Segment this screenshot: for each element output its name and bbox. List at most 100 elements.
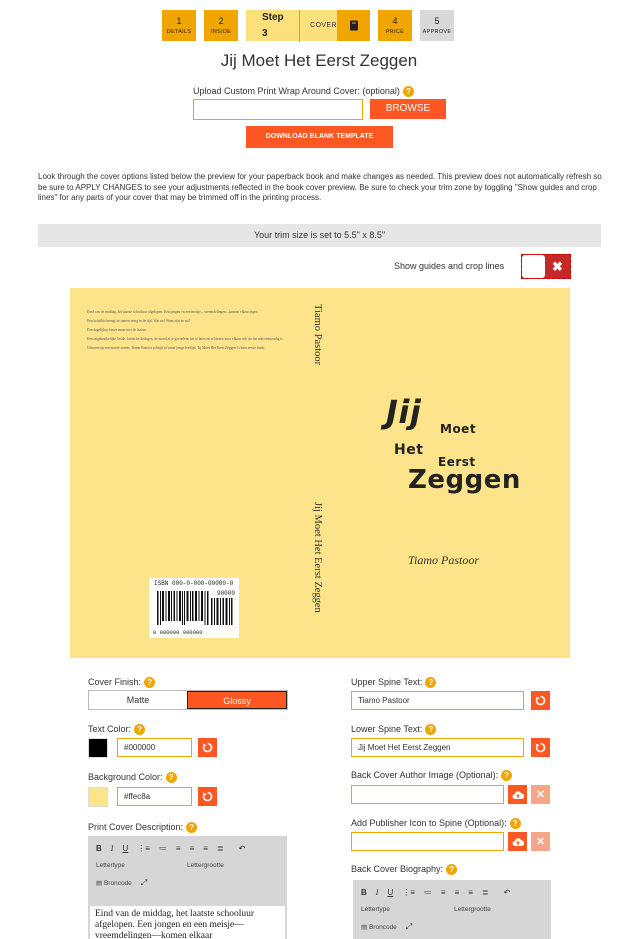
- undo-icon[interactable]: ↶: [239, 844, 246, 853]
- help-icon[interactable]: ?: [402, 86, 414, 98]
- step-details[interactable]: 1 DETAILS: [162, 10, 196, 41]
- justify-icon[interactable]: ≣: [217, 844, 224, 853]
- upload-file-input[interactable]: [193, 99, 363, 120]
- help-icon[interactable]: ?: [509, 818, 521, 830]
- step-inside[interactable]: 2 INSIDE: [204, 10, 238, 41]
- underline-icon[interactable]: U: [387, 888, 393, 897]
- upload-publisher-icon-button[interactable]: [508, 832, 527, 851]
- undo-icon: [202, 791, 213, 802]
- intro-text: Look through the cover options listed be…: [38, 172, 602, 202]
- close-icon: ✖: [552, 258, 563, 274]
- font-type-select[interactable]: Lettertype: [361, 906, 445, 913]
- publisher-icon-label: Add Publisher Icon to Spine (Optional):?: [351, 818, 521, 830]
- book-icon: [337, 10, 370, 41]
- upper-spine-input[interactable]: Tiamo Pastoor: [351, 691, 524, 710]
- help-icon[interactable]: ?: [144, 677, 156, 689]
- bullet-list-icon[interactable]: ≔: [424, 888, 432, 897]
- front-cover-title: Jij Moet Het Eerst Zeggen: [382, 393, 542, 508]
- align-right-icon[interactable]: ≡: [203, 844, 208, 853]
- reset-bg-color-button[interactable]: [198, 787, 217, 806]
- finish-glossy-option[interactable]: Glossy: [187, 691, 287, 709]
- step-number: 1: [176, 15, 182, 26]
- label-text: Text Color:: [88, 724, 132, 734]
- remove-author-image-button[interactable]: ✕: [531, 785, 550, 804]
- source-label: Broncode: [368, 923, 397, 931]
- font-type-select[interactable]: Lettertype: [96, 862, 178, 869]
- current-step-name: COVER: [310, 22, 338, 29]
- fullscreen-icon[interactable]: ⤢: [406, 922, 412, 932]
- help-icon[interactable]: ?: [165, 772, 177, 784]
- help-icon[interactable]: ?: [501, 770, 513, 782]
- step-price[interactable]: 4 PRICE: [378, 10, 412, 41]
- text-color-input[interactable]: #000000: [117, 738, 192, 757]
- lower-spine-input[interactable]: Jij Moet Het Eerst Zeggen: [351, 738, 524, 757]
- reset-upper-spine-button[interactable]: [531, 691, 550, 710]
- undo-icon: [202, 742, 213, 753]
- description-text-area[interactable]: Eind van de middag, het laatste schooluu…: [90, 906, 285, 939]
- reset-lower-spine-button[interactable]: [531, 738, 550, 757]
- isbn-text: ISBN 000-0-000-00000-0: [154, 580, 234, 587]
- source-icon: ▤: [96, 879, 103, 887]
- bg-color-swatch[interactable]: [88, 787, 108, 807]
- back-paragraph: Eind van de middag, het laatste schooluu…: [87, 310, 259, 314]
- source-button[interactable]: ▤ Broncode: [361, 923, 397, 931]
- source-label: Broncode: [103, 879, 132, 887]
- ordered-list-icon[interactable]: ⋮≡: [137, 844, 150, 853]
- italic-icon[interactable]: I: [376, 888, 379, 897]
- bg-color-input[interactable]: #ffec8a: [117, 787, 192, 806]
- help-icon[interactable]: ?: [134, 724, 146, 736]
- reset-text-color-button[interactable]: [198, 738, 217, 757]
- font-size-select[interactable]: Lettergrootte: [187, 862, 224, 869]
- help-icon[interactable]: ?: [425, 677, 437, 689]
- help-icon[interactable]: ?: [425, 724, 437, 736]
- download-template-button[interactable]: DOWNLOAD BLANK TEMPLATE: [246, 126, 393, 148]
- italic-icon[interactable]: I: [111, 844, 114, 853]
- align-left-icon[interactable]: ≡: [176, 844, 181, 853]
- justify-icon[interactable]: ≣: [482, 888, 489, 897]
- help-icon[interactable]: ?: [186, 822, 198, 834]
- publisher-icon-input[interactable]: [351, 832, 504, 851]
- text-color-swatch[interactable]: [88, 738, 108, 758]
- author-image-input[interactable]: [351, 785, 504, 804]
- bullet-list-icon[interactable]: ≔: [159, 844, 167, 853]
- align-center-icon[interactable]: ≡: [190, 844, 195, 853]
- label-text: Upper Spine Text:: [351, 677, 423, 687]
- font-size-select[interactable]: Lettergrootte: [454, 906, 491, 913]
- source-button[interactable]: ▤ Broncode: [96, 879, 132, 887]
- fullscreen-icon[interactable]: ⤢: [141, 878, 147, 888]
- bold-icon[interactable]: B: [361, 888, 367, 897]
- align-right-icon[interactable]: ≡: [468, 888, 473, 897]
- finish-matte-option[interactable]: Matte: [89, 691, 187, 709]
- step-approve[interactable]: 5 APPROVE: [420, 10, 454, 41]
- editor-select-row: Lettertype Lettergrootte: [353, 901, 551, 918]
- bold-icon[interactable]: B: [96, 844, 102, 853]
- barcode-bars-icon: [157, 591, 209, 625]
- label-text: Add Publisher Icon to Spine (Optional):: [351, 818, 507, 828]
- step-number: 5: [434, 15, 440, 26]
- back-cover-text: Eind van de middag, het laatste schooluu…: [87, 310, 299, 355]
- help-icon[interactable]: ?: [446, 864, 458, 876]
- align-left-icon[interactable]: ≡: [441, 888, 446, 897]
- upload-author-image-button[interactable]: [508, 785, 527, 804]
- guides-toggle[interactable]: ✖: [521, 254, 571, 279]
- title-word: Moet: [440, 422, 477, 436]
- step-cover-current: Step 3 COVER: [246, 9, 370, 42]
- title-word: Zeggen: [408, 465, 521, 495]
- editor-source-row: ▤ Broncode ⤢: [353, 918, 551, 935]
- underline-icon[interactable]: U: [122, 844, 128, 853]
- remove-publisher-icon-button[interactable]: ✕: [531, 832, 550, 851]
- step-number: 2: [218, 15, 224, 26]
- biography-label: Back Cover Biography:?: [351, 864, 458, 876]
- undo-icon[interactable]: ↶: [504, 888, 511, 897]
- ordered-list-icon[interactable]: ⋮≡: [402, 888, 415, 897]
- label-text: Back Cover Author Image (Optional):: [351, 770, 499, 780]
- current-step-label: Step 3: [246, 9, 301, 42]
- browse-button[interactable]: BROWSE: [370, 99, 446, 119]
- step-label: APPROVE: [422, 29, 452, 36]
- guides-label: Show guides and crop lines: [394, 261, 505, 271]
- align-center-icon[interactable]: ≡: [455, 888, 460, 897]
- title-word: Het: [394, 442, 424, 458]
- barcode-price: 90000: [216, 590, 235, 597]
- close-icon: ✕: [535, 789, 546, 801]
- cover-preview: Eind van de middag, het laatste schooluu…: [70, 288, 570, 658]
